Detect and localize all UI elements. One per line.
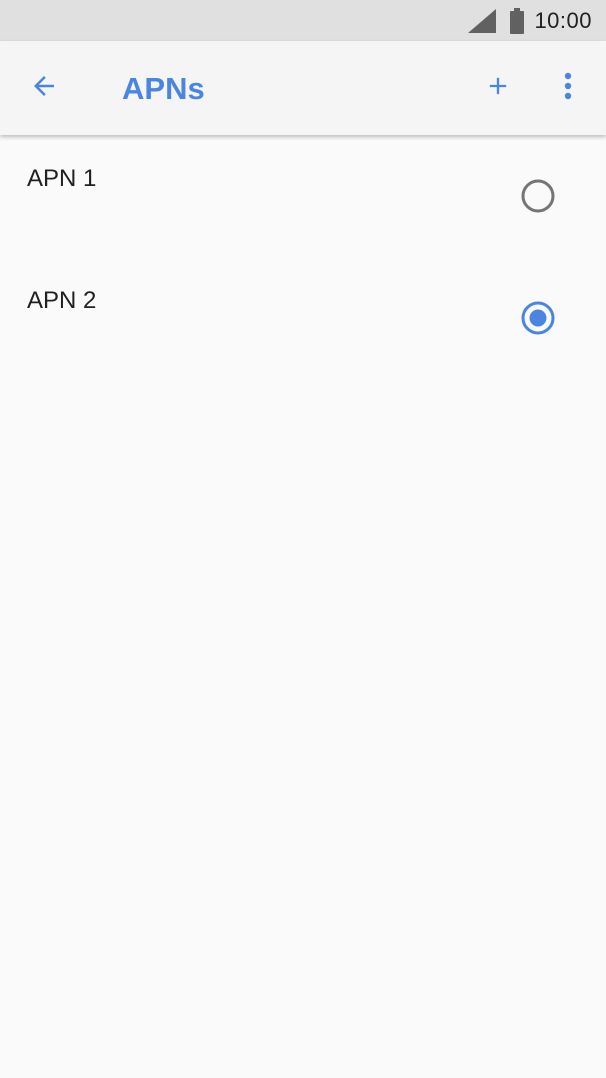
add-icon bbox=[484, 72, 512, 105]
more-options-button[interactable] bbox=[544, 64, 592, 112]
add-apn-button[interactable] bbox=[474, 64, 522, 112]
status-bar: 10:00 bbox=[0, 0, 606, 41]
status-clock: 10:00 bbox=[534, 7, 592, 33]
battery-icon bbox=[510, 7, 525, 34]
back-button[interactable] bbox=[20, 64, 68, 112]
apn-name: APN 2 bbox=[27, 287, 97, 314]
more-vert-icon bbox=[563, 71, 573, 106]
radio-selected-icon[interactable] bbox=[518, 298, 558, 338]
apn-list-item[interactable]: APN 2 bbox=[0, 257, 606, 379]
signal-icon bbox=[468, 8, 497, 33]
apn-name: APN 1 bbox=[27, 165, 97, 192]
arrow-back-icon bbox=[29, 71, 59, 106]
radio-unselected-icon[interactable] bbox=[518, 176, 558, 216]
status-icons: 10:00 bbox=[468, 0, 592, 41]
apn-list: APN 1 APN 2 bbox=[0, 135, 606, 379]
app-bar: APNs bbox=[0, 41, 606, 135]
apn-list-item[interactable]: APN 1 bbox=[0, 135, 606, 257]
page-title: APNs bbox=[122, 71, 205, 106]
